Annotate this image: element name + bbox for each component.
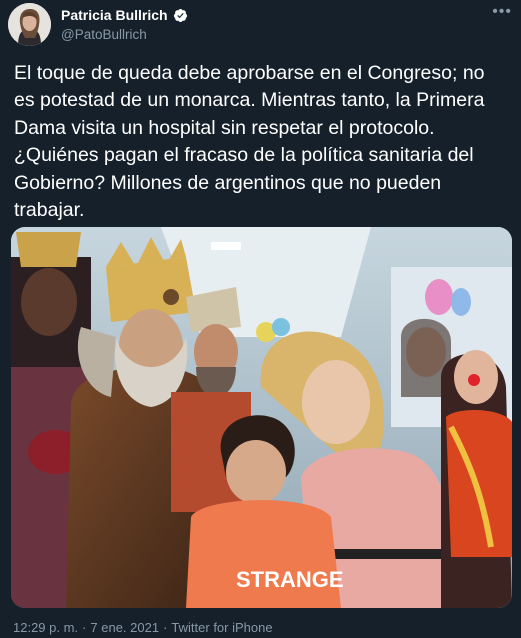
tweet-time[interactable]: 12:29 p. m. [13,620,78,635]
shirt-text: STRANGE [236,567,344,592]
verified-badge-icon [173,8,187,22]
tweet-meta: 12:29 p. m. · 7 ene. 2021 · Twitter for … [13,620,273,635]
tweet-text: El toque de queda debe aprobarse en el C… [14,62,485,222]
more-dots-icon[interactable]: ••• [492,3,512,21]
tweet-source[interactable]: Twitter for iPhone [171,620,272,635]
display-name[interactable]: Patricia Bullrich [61,7,168,23]
tweet-photo[interactable]: STRANGE [11,227,512,608]
user-handle[interactable]: @PatoBullrich [61,27,147,42]
tweet-header: Patricia Bullrich @PatoBullrich ••• [0,0,521,52]
separator: · [82,620,87,635]
separator: · [163,620,168,635]
avatar[interactable] [8,3,51,46]
tweet-date[interactable]: 7 ene. 2021 [90,620,159,635]
